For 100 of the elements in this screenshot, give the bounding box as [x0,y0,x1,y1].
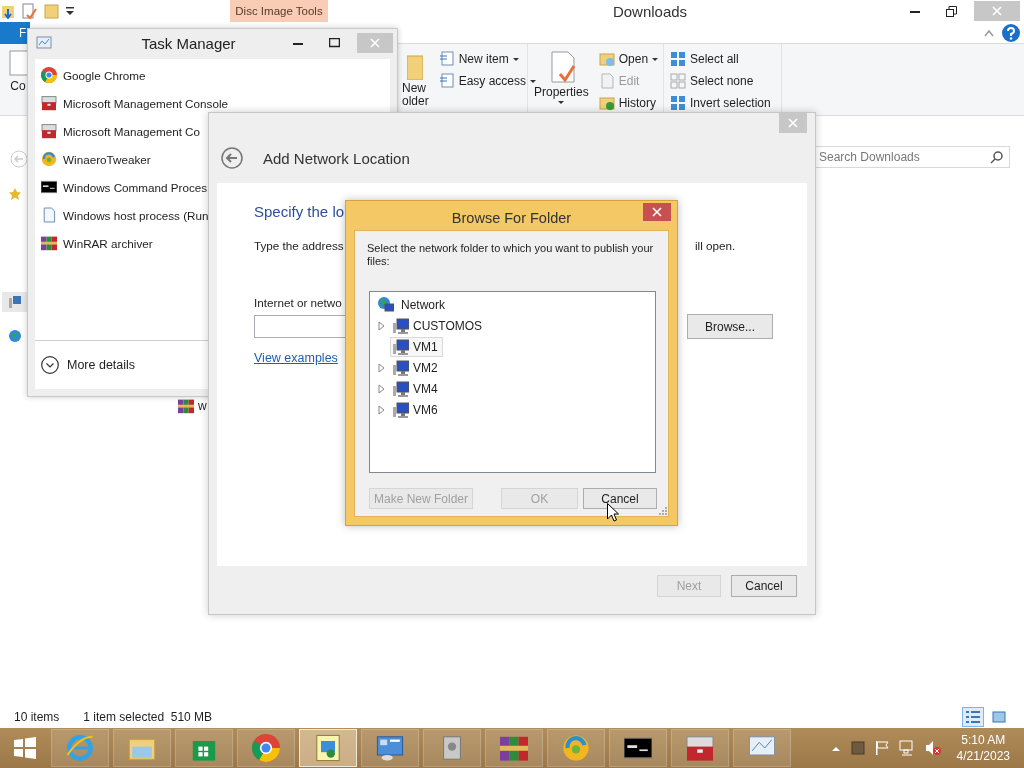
app-list-item[interactable]: Windows Command Proces [35,173,208,201]
computer-icon [393,380,409,397]
invert-selection-icon [670,95,686,111]
terminal-icon [41,179,57,195]
app-list-item[interactable]: Microsoft Management Console [35,89,228,117]
swirl-logo-icon [562,734,590,762]
tree-item[interactable]: VM4 [390,378,443,399]
item-count: 10 items [14,710,60,724]
restore-icon [945,5,957,17]
dropdown-caret-icon [652,57,659,61]
app-list-item[interactable]: Microsoft Management Co [35,117,201,145]
field-label: Internet or netwo [254,296,342,309]
details-view-icon [966,710,980,724]
books-icon [178,398,194,414]
taskbar-button[interactable] [361,729,419,767]
taskbar-button[interactable] [609,729,667,767]
ribbon-menu-button[interactable]: Select none [670,72,771,90]
control-panel-icon [376,734,404,762]
maximize-icon [328,38,340,48]
toolbox-icon [41,95,57,111]
browse-button[interactable]: Browse... [687,314,773,339]
clock[interactable]: 5:10 AM 4/21/2023 [956,732,1010,764]
details-view-button[interactable] [962,707,984,727]
collapse-ribbon-icon [984,28,994,37]
new-folder-label: New older [402,82,429,108]
computer-icon [9,295,21,309]
ie-logo-icon [66,734,94,762]
star-icon [9,188,21,200]
ribbon-menu-button[interactable]: Select all [670,50,771,68]
computer-icon [393,317,409,334]
computer-icon [393,401,409,418]
app-list-item[interactable]: Windows host process (Run [35,201,209,229]
dropdown-caret-icon [558,101,565,104]
toolbox-icon [686,734,714,762]
tree-item[interactable]: CUSTOMOS [390,315,488,336]
address-field[interactable] [254,315,346,338]
tree-item[interactable]: VM1 [390,336,443,357]
mouse-pointer-icon [607,503,619,522]
resize-grip-icon[interactable] [659,507,667,515]
more-details-link[interactable]: More details [67,358,136,372]
context-tab[interactable]: Disc Image Tools [230,0,328,22]
tree-item[interactable]: VM2 [390,357,443,378]
expand-icon[interactable] [378,383,386,394]
cancel-button[interactable]: Cancel [583,488,657,509]
select-none-icon [670,73,686,89]
copy-icon [6,50,30,78]
swirl-logo-icon [41,151,57,167]
large-icons-view-icon [992,710,1006,724]
properties-icon [22,3,38,19]
app-list-item[interactable]: WinaeroTweaker [35,145,151,173]
windows-logo-icon [14,737,36,759]
expand-icon[interactable] [378,320,386,331]
taskbar-button[interactable] [671,729,729,767]
tree-item[interactable]: Network [398,294,450,315]
close-button[interactable] [643,203,671,221]
expand-icon[interactable] [378,404,386,415]
new-item-icon [438,51,455,67]
back-button[interactable] [221,147,243,169]
square-tray-icon [850,741,865,755]
view-examples-link[interactable]: View examples [254,351,338,365]
app-list-item[interactable]: WinRAR archiver [35,229,153,257]
ribbon-menu-button[interactable]: Open [598,50,659,68]
search-icon [990,150,1003,164]
window-title: Downloads [611,2,689,20]
edit-icon [598,73,615,89]
history-icon [598,95,615,111]
document-icon [41,207,57,223]
speaker-muted-icon [924,740,941,756]
close-icon [370,38,380,48]
customize-caret-icon [66,7,74,15]
cancel-button[interactable]: Cancel [731,575,797,597]
network-window-icon [314,734,342,762]
close-icon [652,207,662,217]
file-name[interactable]: w [198,399,207,413]
ribbon-menu-button[interactable]: Invert selection [670,94,771,112]
globe-icon [9,330,21,342]
window-title: Task Manager [140,34,237,52]
tree-item[interactable]: VM6 [390,399,443,420]
instruction-text: ill open. [695,239,736,252]
properties-button[interactable]: Properties [534,86,589,99]
expand-icon[interactable] [378,362,386,373]
task-manager-icon [36,35,52,51]
copy-label: Co [10,80,26,93]
chrome-logo-icon [252,734,280,762]
close-icon [788,118,798,128]
computer-icon [393,359,409,376]
app-list-item[interactable]: Google Chrome [35,61,146,89]
network-icon [898,740,915,756]
folder-icon [44,3,60,19]
computer-icon [393,338,409,355]
select-all-icon [670,51,686,67]
window-title: Add Network Location [263,149,410,167]
network-globe-icon [378,296,394,313]
dropdown-caret-icon [530,79,537,83]
prompt-text: Select the network folder to which you want to publish your files: [367,242,655,268]
dialog-title: Browse For Folder [451,208,572,226]
selection-info: 1 item selected 510 MB [83,710,213,724]
toolbox-icon [41,123,57,139]
ribbon-menu-button[interactable]: New item [438,50,537,68]
ribbon-menu-button[interactable]: History [598,94,659,112]
